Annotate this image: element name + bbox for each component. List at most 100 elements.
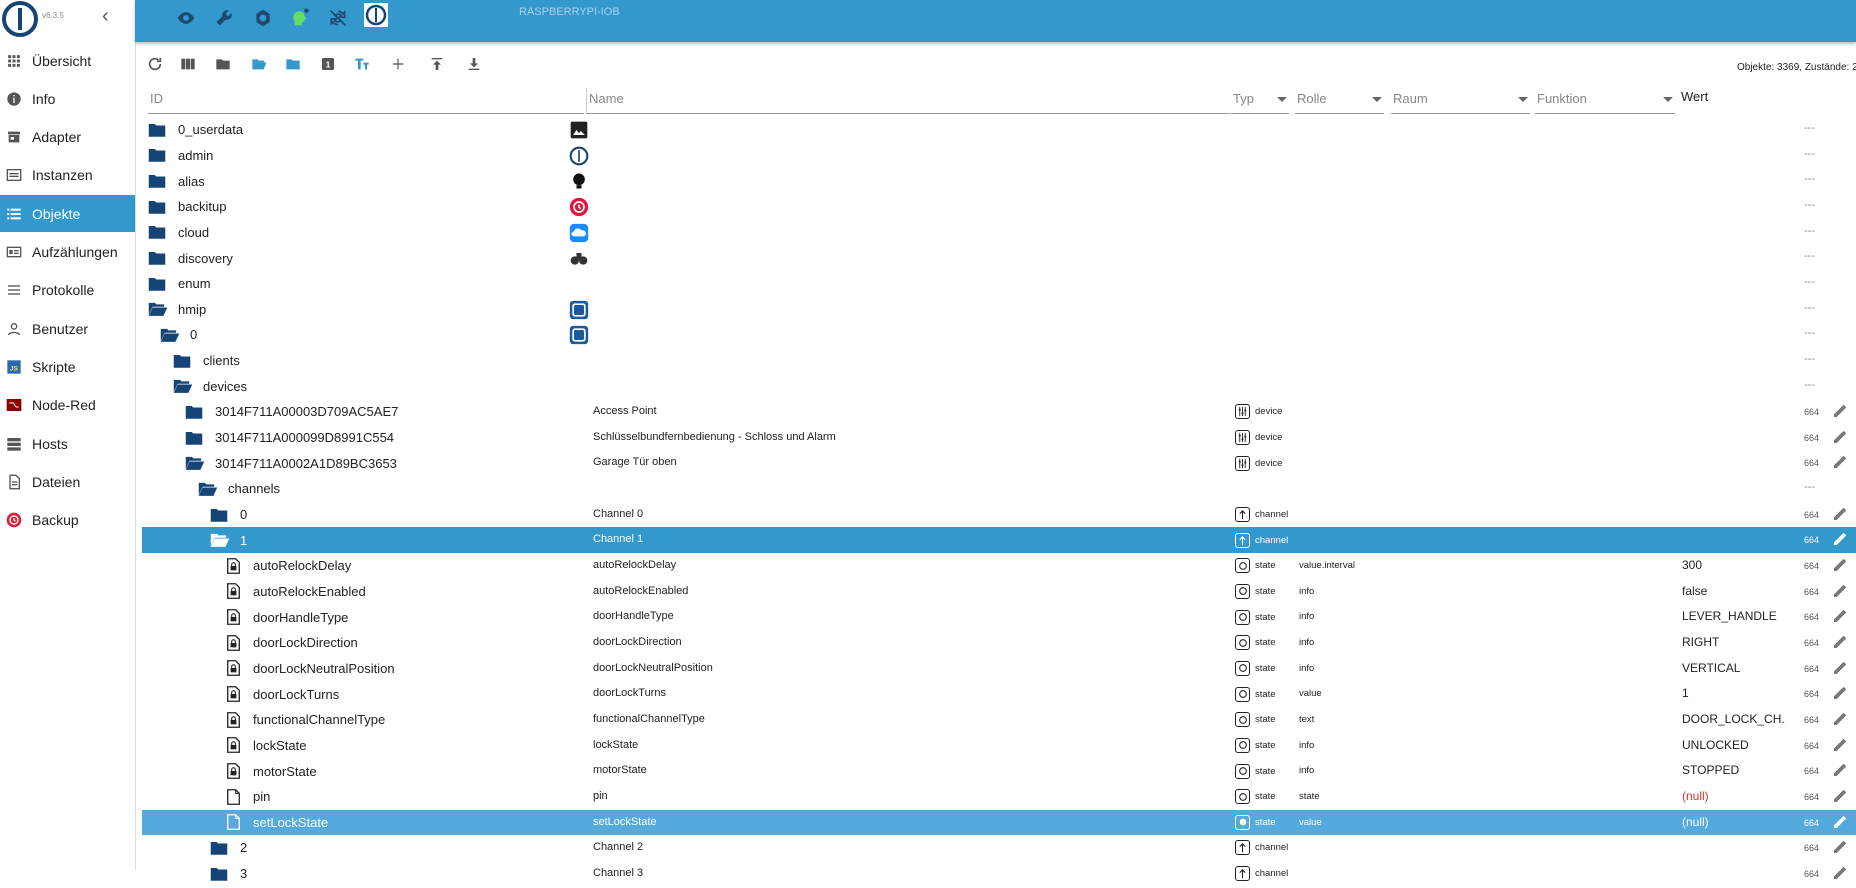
tree-row[interactable]: doorLockTurns doorLockTurns state value 1 664 xyxy=(142,681,1856,707)
state-readonly-icon[interactable] xyxy=(223,634,243,652)
state-readonly-icon[interactable] xyxy=(223,659,243,677)
folder-open-icon[interactable] xyxy=(185,454,205,472)
edit-icon[interactable] xyxy=(1832,865,1850,883)
sidebar-item-adapter[interactable]: Adapter xyxy=(0,119,135,156)
edit-icon[interactable] xyxy=(1832,660,1850,678)
iobroker-logo[interactable] xyxy=(2,1,38,37)
tree-row[interactable]: enum --- xyxy=(142,271,1856,297)
sidebar-item-instanzen[interactable]: Instanzen xyxy=(0,157,135,194)
object-value[interactable]: (null) xyxy=(1682,784,1709,810)
acl-label[interactable]: 664 xyxy=(1804,579,1819,605)
state-readonly-icon[interactable] xyxy=(223,582,243,600)
tree-row[interactable]: devices --- xyxy=(142,374,1856,400)
object-value[interactable]: (null) xyxy=(1682,810,1709,836)
settings-icon[interactable] xyxy=(251,6,275,30)
folder-icon[interactable] xyxy=(210,865,230,883)
sidebar-item--bersicht[interactable]: Übersicht xyxy=(0,42,135,79)
tree-row[interactable]: pin pin state state (null) 664 xyxy=(142,784,1856,810)
folder-icon[interactable] xyxy=(148,172,168,190)
state-file-icon[interactable] xyxy=(223,788,243,806)
acl-label[interactable]: 664 xyxy=(1804,450,1819,476)
edit-icon[interactable] xyxy=(1832,403,1850,421)
acl-label[interactable]: 664 xyxy=(1804,707,1819,733)
folder-open-icon[interactable] xyxy=(210,531,230,549)
acl-label[interactable]: 664 xyxy=(1804,733,1819,759)
folder-icon[interactable] xyxy=(148,275,168,293)
folder-open-icon[interactable] xyxy=(198,480,218,498)
tree-row[interactable]: admin --- xyxy=(142,143,1856,169)
state-readonly-icon[interactable] xyxy=(223,736,243,754)
tree-row[interactable]: doorHandleType doorHandleType state info LEV… xyxy=(142,604,1856,630)
folder-icon[interactable] xyxy=(148,146,168,164)
acl-label[interactable]: 664 xyxy=(1804,835,1819,861)
tree-row[interactable]: clients --- xyxy=(142,348,1856,374)
edit-icon[interactable] xyxy=(1832,839,1850,857)
folder-icon[interactable] xyxy=(148,121,168,139)
tree-row[interactable]: cloud --- xyxy=(142,220,1856,246)
tree-row[interactable]: 3014F711A000099D8991C554 Schlüsselbundfer… xyxy=(142,425,1856,451)
folder-open-icon[interactable] xyxy=(148,300,168,318)
tree-row[interactable]: 0 --- xyxy=(142,322,1856,348)
tree-row[interactable]: 3014F711A0002A1D89BC3653 Garage Tür oben d… xyxy=(142,450,1856,476)
tree-row[interactable]: 3 Channel 3 channel 664 xyxy=(142,861,1856,887)
text-size-icon[interactable] xyxy=(350,52,374,76)
tree-row[interactable]: channels --- xyxy=(142,476,1856,502)
add-icon[interactable] xyxy=(386,52,410,76)
edit-icon[interactable] xyxy=(1832,429,1850,447)
refresh-icon[interactable] xyxy=(143,52,167,76)
edit-icon[interactable] xyxy=(1832,583,1850,601)
state-readonly-icon[interactable] xyxy=(223,685,243,703)
tree-row[interactable]: doorLockDirection doorLockDirection state i… xyxy=(142,630,1856,656)
function-filter-select[interactable]: Funktion xyxy=(1535,88,1675,114)
sidebar-item-node-red[interactable]: Node-Red xyxy=(0,387,135,424)
tree-row[interactable]: motorState motorState state info STOPPED 664 xyxy=(142,758,1856,784)
role-filter-select[interactable]: Rolle xyxy=(1295,88,1384,114)
sidebar-item-info[interactable]: Info xyxy=(0,80,135,117)
state-readonly-icon[interactable] xyxy=(223,608,243,626)
tree-row[interactable]: functionalChannelType functionalChannelTy… xyxy=(142,707,1856,733)
acl-label[interactable]: 664 xyxy=(1804,810,1819,836)
wrench-icon[interactable] xyxy=(212,6,236,30)
tree-row[interactable]: backitup --- xyxy=(142,194,1856,220)
sidebar-item-skripte[interactable]: JS Skripte xyxy=(0,348,135,385)
acl-label[interactable]: 664 xyxy=(1804,553,1819,579)
tree-row[interactable]: discovery --- xyxy=(142,245,1856,271)
edit-icon[interactable] xyxy=(1832,454,1850,472)
sidebar-item-dateien[interactable]: Dateien xyxy=(0,463,135,500)
sidebar-item-hosts[interactable]: Hosts xyxy=(0,425,135,462)
upload-icon[interactable] xyxy=(425,52,449,76)
edit-icon[interactable] xyxy=(1832,531,1850,549)
room-filter-select[interactable]: Raum xyxy=(1391,88,1530,114)
tree-row[interactable]: autoRelockEnabled autoRelockEnabled state i… xyxy=(142,579,1856,605)
edit-icon[interactable] xyxy=(1832,634,1850,652)
sidebar-item-aufz-hlungen[interactable]: Aufzählungen xyxy=(0,234,135,271)
acl-label[interactable]: 664 xyxy=(1804,502,1819,528)
object-value[interactable]: DOOR_LOCK_CH... xyxy=(1682,707,1786,733)
expert-mode-icon[interactable] xyxy=(288,6,312,30)
state-readonly-icon[interactable] xyxy=(223,762,243,780)
acl-label[interactable]: 664 xyxy=(1804,399,1819,425)
folder-open-icon[interactable] xyxy=(173,377,193,395)
sidebar-item-backup[interactable]: Backup xyxy=(0,502,135,539)
tree-row[interactable]: alias --- xyxy=(142,168,1856,194)
folder-open-icon[interactable] xyxy=(247,52,271,76)
object-value[interactable]: VERTICAL xyxy=(1682,656,1740,682)
tree-row[interactable]: setLockState setLockState state value (null)… xyxy=(142,809,1856,836)
tree-row[interactable]: 3014F711A00003D709AC5AE7 Access Point devi… xyxy=(142,399,1856,425)
folder-icon[interactable] xyxy=(210,506,230,524)
tree-row[interactable]: hmip --- xyxy=(142,297,1856,323)
tree-row[interactable]: autoRelockDelay autoRelockDelay state value… xyxy=(142,553,1856,579)
object-value[interactable]: UNLOCKED xyxy=(1682,733,1749,759)
edit-icon[interactable] xyxy=(1832,557,1850,575)
edit-icon[interactable] xyxy=(1832,814,1850,832)
folder-icon[interactable] xyxy=(148,249,168,267)
tree-row[interactable]: lockState lockState state info UNLOCKED 664 xyxy=(142,733,1856,759)
tree-row[interactable]: 2 Channel 2 channel 664 xyxy=(142,835,1856,861)
tree-row[interactable]: 1 Channel 1 channel 664 xyxy=(142,527,1856,553)
acl-label[interactable]: 664 xyxy=(1804,861,1819,887)
acl-label[interactable]: 664 xyxy=(1804,784,1819,810)
sidebar-item-benutzer[interactable]: Benutzer xyxy=(0,310,135,347)
object-value[interactable]: RIGHT xyxy=(1682,630,1719,656)
sidebar-item-protokolle[interactable]: Protokolle xyxy=(0,272,135,309)
folder-collapse-icon[interactable] xyxy=(281,52,305,76)
